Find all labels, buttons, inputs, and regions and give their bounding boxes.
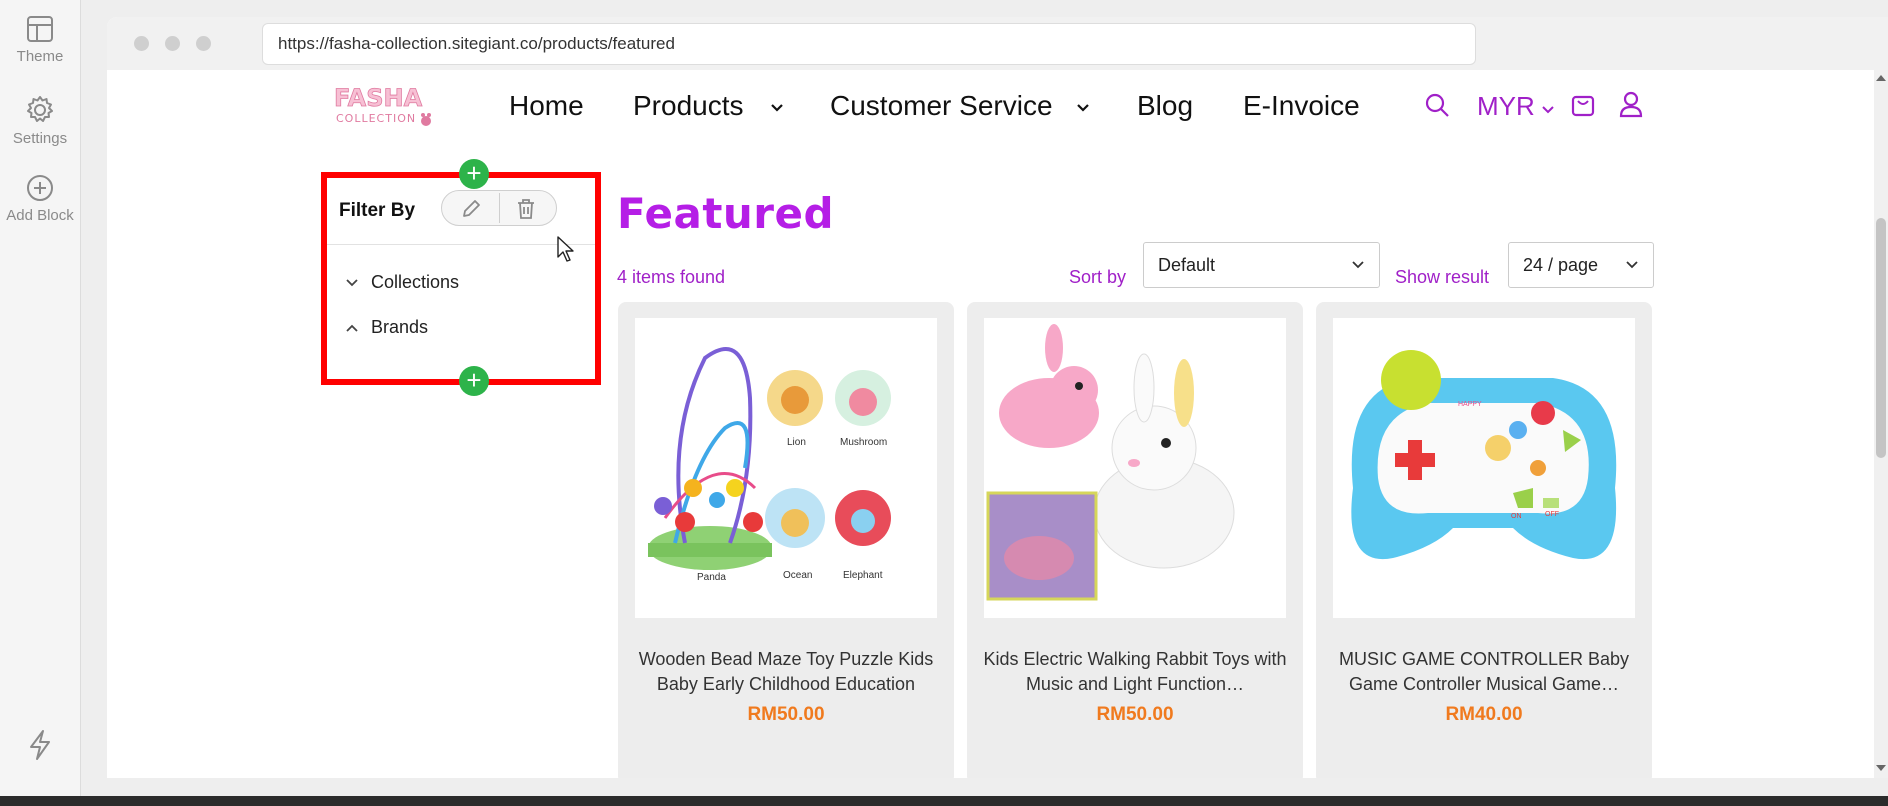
trash-icon[interactable] — [515, 198, 537, 220]
scroll-down-arrow[interactable] — [1876, 765, 1886, 771]
label-on: ON — [1511, 513, 1522, 520]
pencil-icon[interactable] — [460, 198, 482, 220]
theme-label: Theme — [16, 48, 64, 65]
nav-home[interactable]: Home — [509, 87, 584, 125]
nav-customer-service[interactable]: Customer Service — [830, 87, 1053, 125]
show-result-label: Show result — [1395, 267, 1490, 287]
bolt-icon — [30, 730, 50, 760]
logo-text: FASHA — [334, 84, 423, 112]
window-dot — [134, 36, 149, 51]
nav-blog[interactable]: Blog — [1137, 87, 1193, 125]
chevron-down-icon[interactable] — [1076, 103, 1090, 113]
mouse-cursor-icon — [557, 236, 574, 262]
label-off: OFF — [1545, 511, 1559, 518]
page-title: Featured — [617, 189, 835, 238]
quick-action-button[interactable] — [0, 728, 80, 766]
scrollbar[interactable] — [1874, 70, 1888, 778]
filter-collections-label: Collections — [371, 272, 460, 292]
product-price: RM50.00 — [747, 704, 825, 725]
scroll-thumb[interactable] — [1876, 218, 1886, 458]
chevron-down-icon — [1542, 106, 1554, 114]
add-block-below-button[interactable]: + — [459, 366, 489, 396]
product-price: RM40.00 — [1445, 704, 1523, 725]
filter-collections[interactable]: Collections — [345, 270, 459, 294]
settings-label: Settings — [12, 130, 68, 147]
sort-label: Sort by — [1069, 267, 1127, 287]
label-mushroom: Mushroom — [840, 437, 887, 448]
product-card[interactable]: Kids Electric Walking Rabbit Toys with M… — [967, 302, 1303, 778]
product-card[interactable]: HAPPY ON OFF MUSIC GAME CONTROLLER Baby … — [1316, 302, 1652, 778]
page-size-select[interactable]: 24 / page — [1508, 242, 1654, 288]
user-icon[interactable] — [1618, 90, 1644, 118]
window-dot — [165, 36, 180, 51]
page-size-value: 24 / page — [1523, 255, 1599, 275]
items-count: 4 items found — [617, 267, 726, 287]
label-panda: Panda — [697, 572, 726, 583]
scroll-up-arrow[interactable] — [1876, 75, 1886, 81]
product-image[interactable]: HAPPY ON OFF — [1333, 318, 1635, 618]
block-actions — [441, 190, 557, 226]
address-bar[interactable]: https://fasha-collection.sitegiant.co/pr… — [262, 23, 1476, 65]
label-happy: HAPPY — [1458, 401, 1482, 408]
gear-icon — [27, 96, 53, 122]
currency-selector[interactable]: MYR — [1477, 89, 1554, 123]
taskbar — [0, 796, 1888, 806]
logo-subtext: COLLECTION — [336, 112, 416, 125]
sort-select[interactable]: Default — [1143, 242, 1380, 288]
label-elephant: Elephant — [843, 570, 883, 581]
search-icon[interactable] — [1424, 92, 1450, 118]
product-card[interactable]: Lion Mushroom Panda Ocean Elephant Woode… — [618, 302, 954, 778]
label-lion: Lion — [787, 437, 806, 448]
nav-products[interactable]: Products — [633, 87, 744, 125]
product-price: RM50.00 — [1096, 704, 1174, 725]
divider — [327, 244, 595, 245]
window-dot — [196, 36, 211, 51]
browser-toolbar: https://fasha-collection.sitegiant.co/pr… — [107, 17, 1888, 70]
chevron-down-icon — [1626, 261, 1638, 269]
label-ocean: Ocean — [783, 570, 812, 581]
chevron-up-icon — [346, 324, 358, 332]
product-image[interactable]: Lion Mushroom Panda Ocean Elephant — [635, 318, 937, 618]
chevron-down-icon[interactable] — [770, 103, 784, 113]
settings-button[interactable]: Settings — [0, 94, 80, 147]
chevron-down-icon — [346, 279, 358, 287]
add-block-label: Add Block — [6, 207, 74, 224]
filter-brands-label: Brands — [371, 317, 429, 337]
product-name[interactable]: Kids Electric Walking Rabbit Toys with M… — [977, 647, 1293, 697]
filter-block[interactable]: Filter By Collections Brands — [321, 172, 601, 385]
editor-sidebar: Theme Settings Add Block — [0, 0, 81, 796]
product-image[interactable] — [984, 318, 1286, 618]
add-block-button[interactable]: Add Block — [0, 173, 80, 224]
plus-circle-icon — [27, 175, 53, 201]
sort-value: Default — [1158, 255, 1216, 275]
browser-window: https://fasha-collection.sitegiant.co/pr… — [107, 17, 1888, 778]
currency-label: MYR — [1477, 91, 1535, 121]
product-name[interactable]: MUSIC GAME CONTROLLER Baby Game Controll… — [1326, 647, 1642, 697]
product-name[interactable]: Wooden Bead Maze Toy Puzzle Kids Baby Ea… — [628, 647, 944, 697]
layout-icon — [27, 16, 53, 42]
filter-title: Filter By — [339, 200, 416, 221]
theme-button[interactable]: Theme — [0, 14, 80, 65]
filter-brands[interactable]: Brands — [345, 315, 428, 339]
nav-einvoice[interactable]: E-Invoice — [1243, 87, 1360, 125]
site-logo[interactable]: FASHA COLLECTION — [332, 82, 442, 132]
add-block-above-button[interactable]: + — [459, 159, 489, 189]
cart-icon[interactable] — [1570, 90, 1596, 118]
chevron-down-icon — [1352, 261, 1364, 269]
